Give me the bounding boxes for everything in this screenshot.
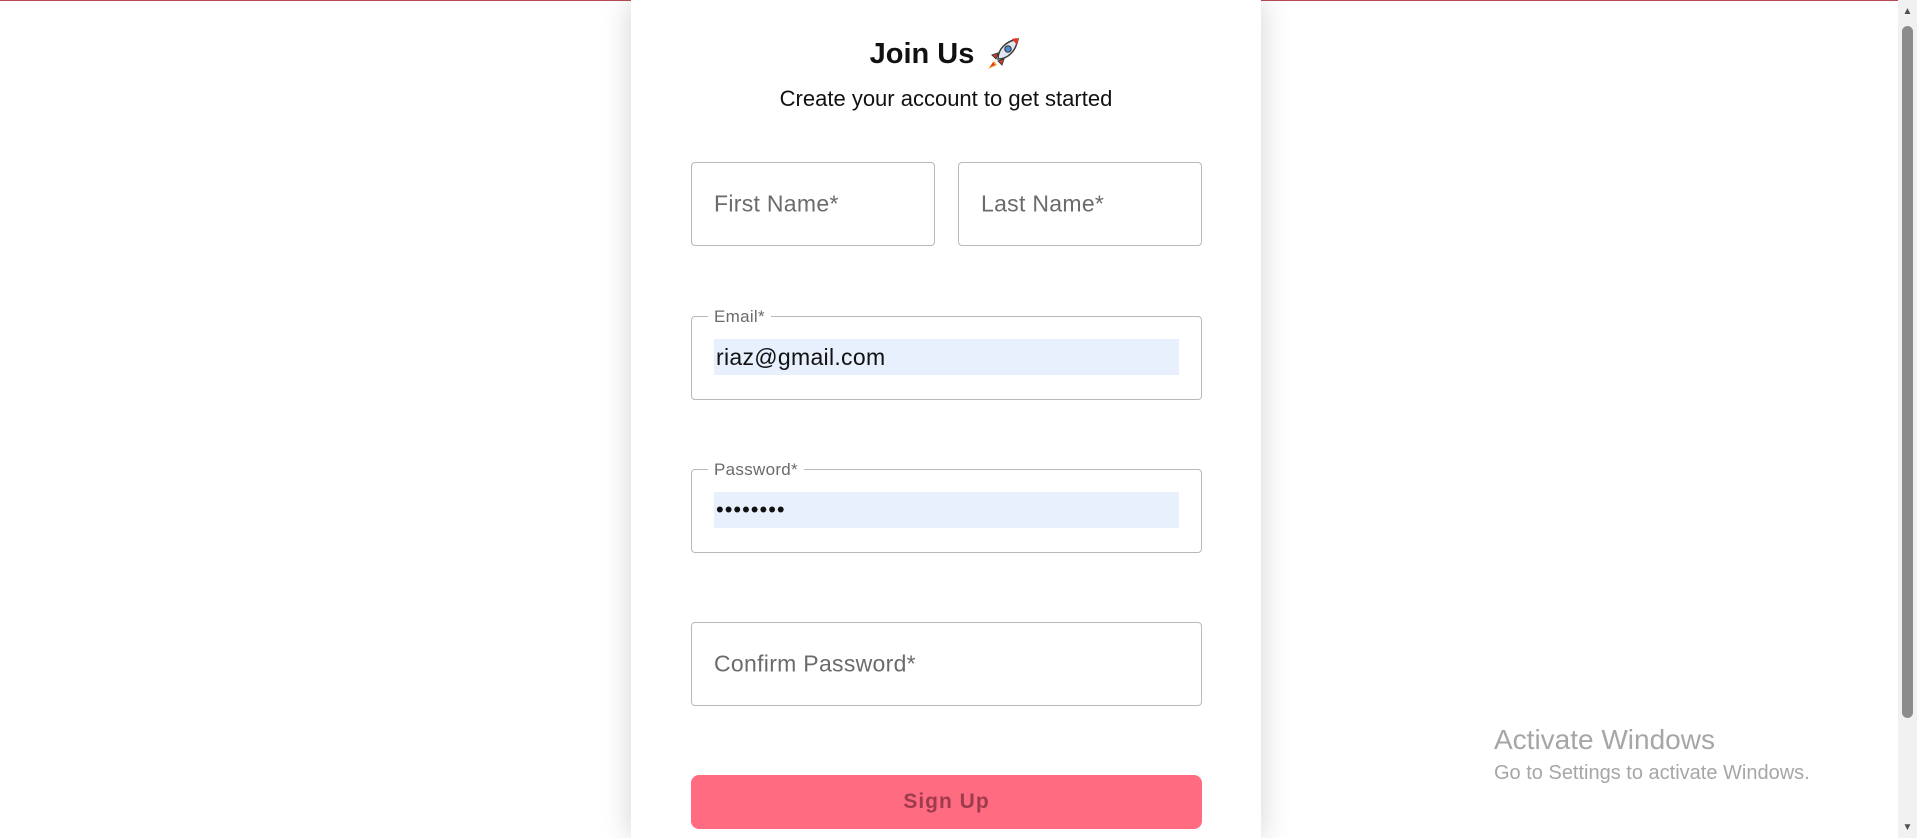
email-field[interactable]: Email* riaz@gmail.com — [691, 307, 1202, 400]
title-row: Join Us — [631, 34, 1261, 74]
email-value[interactable]: riaz@gmail.com — [714, 339, 1179, 375]
activate-windows-title: Activate Windows — [1494, 724, 1715, 755]
last-name-placeholder: Last Name* — [981, 190, 1105, 217]
sign-up-button[interactable]: Sign Up — [691, 775, 1202, 829]
password-value[interactable]: •••••••• — [714, 492, 1179, 528]
password-label: Password* — [708, 460, 804, 480]
last-name-field[interactable]: Last Name* — [958, 162, 1202, 246]
signup-card: Join Us Create your account to get start… — [631, 0, 1261, 838]
confirm-password-field[interactable]: Confirm Password* — [691, 622, 1202, 706]
scroll-up-icon[interactable]: ▲ — [1898, 2, 1917, 20]
password-field[interactable]: Password* •••••••• — [691, 460, 1202, 553]
scroll-down-icon[interactable]: ▼ — [1898, 818, 1917, 836]
activate-windows-watermark: Activate Windows Go to Settings to activ… — [1494, 724, 1810, 785]
confirm-password-placeholder: Confirm Password* — [714, 650, 916, 677]
email-label: Email* — [708, 307, 771, 327]
page-title: Join Us — [869, 37, 975, 70]
rocket-icon — [984, 35, 1022, 73]
first-name-placeholder: First Name* — [714, 190, 839, 217]
scrollbar-thumb[interactable] — [1902, 26, 1913, 718]
activate-windows-subtitle: Go to Settings to activate Windows. — [1494, 762, 1810, 784]
page-subtitle: Create your account to get started — [779, 86, 1113, 111]
vertical-scrollbar[interactable]: ▲ ▼ — [1898, 0, 1917, 838]
first-name-field[interactable]: First Name* — [691, 162, 935, 246]
